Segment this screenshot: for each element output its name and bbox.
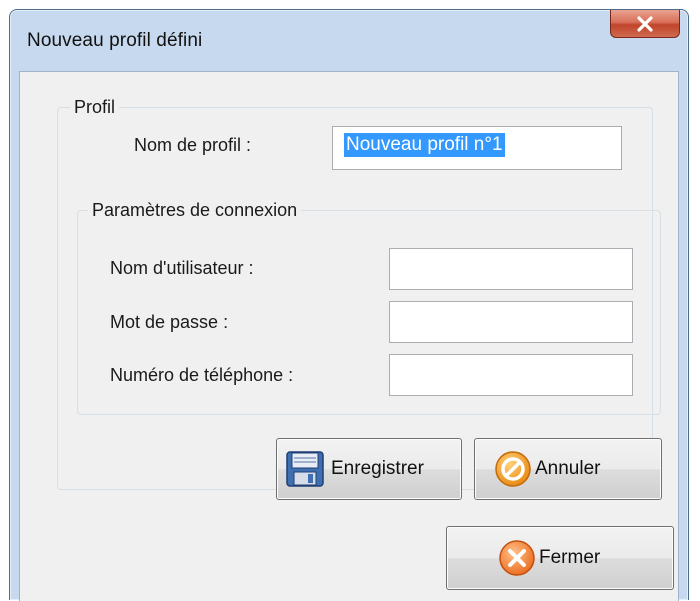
window-title: Nouveau profil défini <box>27 30 203 51</box>
username-label: Nom d'utilisateur : <box>110 258 254 278</box>
password-label: Mot de passe : <box>110 312 229 332</box>
window-close-button[interactable] <box>610 10 680 38</box>
profile-group: Profil Nom de profil : Nouveau profil n°… <box>57 97 662 500</box>
phone-input[interactable] <box>389 354 633 396</box>
cancel-circle-icon <box>493 449 533 489</box>
profile-name-selection: Nouveau profil n°1 <box>344 133 505 157</box>
connection-group-label: Paramètres de connexion <box>88 200 302 221</box>
username-input[interactable] <box>389 248 633 290</box>
close-button-label: Fermer <box>539 547 601 568</box>
floppy-disk-icon <box>285 450 325 488</box>
phone-label: Numéro de téléphone : <box>110 365 294 385</box>
cancel-button-label: Annuler <box>535 458 601 479</box>
close-circle-icon <box>497 538 537 578</box>
close-x-icon <box>637 15 653 32</box>
profile-name-input[interactable]: Nouveau profil n°1 <box>332 126 622 170</box>
close-button[interactable]: Fermer <box>446 526 674 590</box>
profile-name-label: Nom de profil : <box>134 135 252 155</box>
cancel-button[interactable]: Annuler <box>474 438 662 500</box>
save-button-label: Enregistrer <box>331 458 424 479</box>
connection-group: Paramètres de connexion Nom d'utilisateu… <box>77 200 661 415</box>
dialog-body: Profil Nom de profil : Nouveau profil n°… <box>19 71 679 601</box>
profile-group-label: Profil <box>70 97 120 118</box>
save-button[interactable]: Enregistrer <box>276 438 462 500</box>
password-input[interactable] <box>389 301 633 343</box>
dialog-window: Nouveau profil défini Profil Nom de prof… <box>9 9 689 601</box>
title-bar[interactable]: Nouveau profil défini <box>10 10 688 70</box>
